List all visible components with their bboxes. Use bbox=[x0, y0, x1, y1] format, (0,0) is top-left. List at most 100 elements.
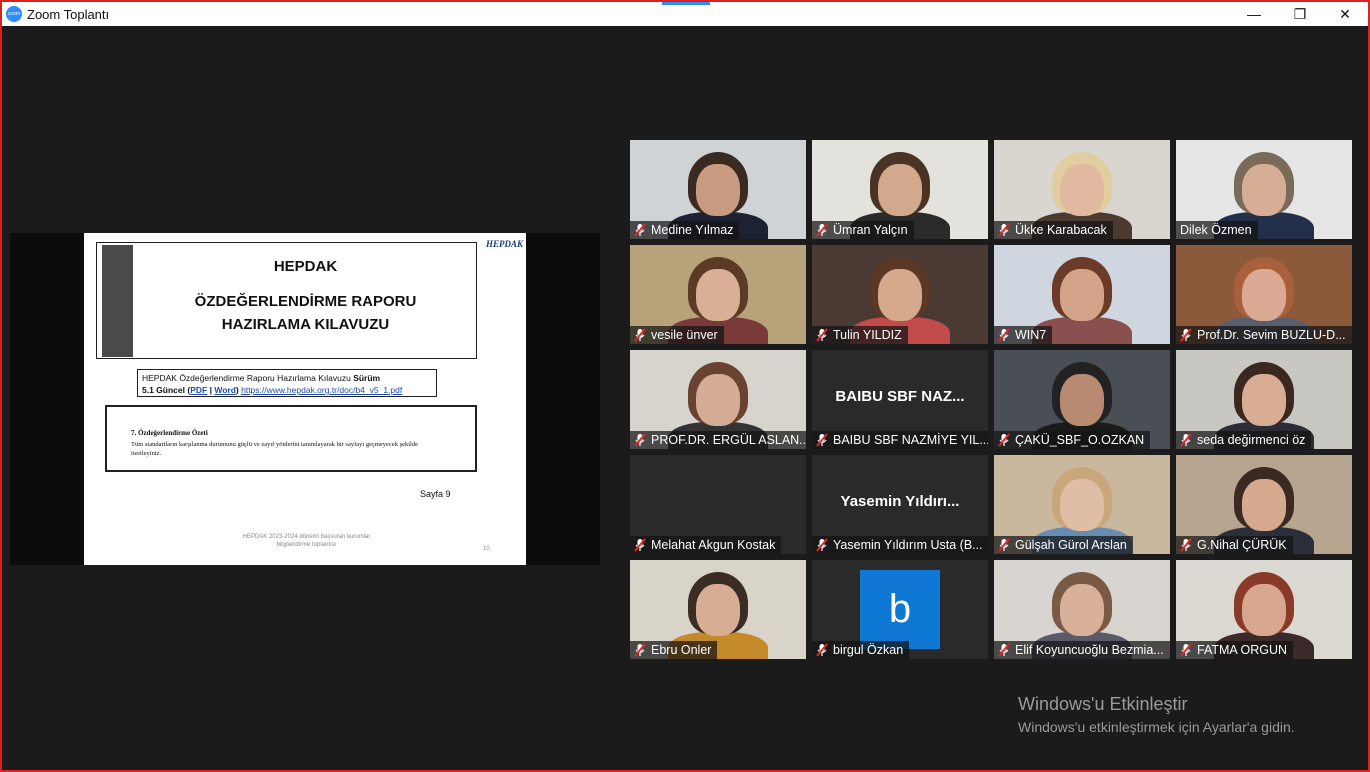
muted-mic-icon bbox=[634, 433, 646, 447]
participant-tile[interactable]: Gülşah Gürol Arslan bbox=[994, 455, 1170, 554]
participant-nametag: FATMA ORGUN bbox=[1176, 641, 1294, 659]
participant-nametag: BAIBU SBF NAZMİYE YIL... bbox=[812, 431, 988, 449]
participant-name: FATMA ORGUN bbox=[1197, 643, 1288, 657]
muted-mic-icon bbox=[816, 328, 828, 342]
participant-tile[interactable]: seda değirmenci öz bbox=[1176, 350, 1352, 449]
participant-tile[interactable]: ÇAKÜ_SBF_O.OZKAN bbox=[994, 350, 1170, 449]
participant-nametag: Medine Yılmaz bbox=[630, 221, 740, 239]
participant-face bbox=[1242, 269, 1286, 321]
slide-subtitle-line2: HAZIRLAMA KILAVUZU bbox=[221, 316, 390, 333]
participant-name: Prof.Dr. Sevim BUZLU-D... bbox=[1197, 328, 1346, 342]
slide-guide-box: HEPDAK Özdeğerlendirme Raporu Hazırlama … bbox=[137, 369, 437, 397]
muted-mic-icon bbox=[998, 538, 1010, 552]
participant-tile[interactable]: FATMA ORGUN bbox=[1176, 560, 1352, 659]
participant-tile[interactable]: BAIBU SBF NAZ... BAIBU SBF NAZMİYE YIL... bbox=[812, 350, 988, 449]
screen-share-indicator[interactable] bbox=[662, 2, 710, 5]
participant-tile[interactable]: Ebru Onler bbox=[630, 560, 806, 659]
participant-name: G.Nihal ÇÜRÜK bbox=[1197, 538, 1287, 552]
zoom-window: zoom Zoom Toplantı — ❐ ✕ HEPDAK ÖZDEĞERL… bbox=[0, 0, 1370, 772]
section-text: Tüm standartların karşılanma durumunu gü… bbox=[131, 441, 418, 457]
slide-side-bar bbox=[102, 245, 133, 357]
participant-nametag: Dilek Özmen bbox=[1176, 221, 1258, 239]
participant-tile[interactable]: PROF.DR. ERGÜL ASLAN... bbox=[630, 350, 806, 449]
participant-name: Ümran Yalçın bbox=[833, 223, 908, 237]
minimize-button[interactable]: — bbox=[1231, 2, 1277, 26]
muted-mic-icon bbox=[1180, 538, 1192, 552]
participant-display-name: BAIBU SBF NAZ... bbox=[835, 388, 965, 405]
participant-face bbox=[1242, 164, 1286, 216]
participant-name: Melahat Akgun Kostak bbox=[651, 538, 776, 552]
muted-mic-icon bbox=[998, 223, 1010, 237]
participant-name: Dilek Özmen bbox=[1180, 223, 1252, 237]
participant-tile[interactable]: Elif Koyuncuoğlu Bezmia... bbox=[994, 560, 1170, 659]
participant-face bbox=[696, 164, 740, 216]
participant-nametag: G.Nihal ÇÜRÜK bbox=[1176, 536, 1293, 554]
participant-tile[interactable]: Ükke Karabacak bbox=[994, 140, 1170, 239]
participant-nametag: Gülşah Gürol Arslan bbox=[994, 536, 1133, 554]
muted-mic-icon bbox=[998, 643, 1010, 657]
guide-version-2: 5.1 Güncel bbox=[142, 385, 185, 395]
participant-tile[interactable]: Yasemin Yıldırı... Yasemin Yıldırım Usta … bbox=[812, 455, 988, 554]
muted-mic-icon bbox=[816, 538, 828, 552]
muted-mic-icon bbox=[634, 328, 646, 342]
participant-face bbox=[1242, 479, 1286, 531]
windows-activation-title: Windows'u Etkinleştir bbox=[1018, 694, 1188, 714]
participant-name: seda değirmenci öz bbox=[1197, 433, 1306, 447]
participant-tile[interactable]: Tulin YILDIZ bbox=[812, 245, 988, 344]
muted-mic-icon bbox=[1180, 328, 1192, 342]
participant-tile[interactable]: WIN7 bbox=[994, 245, 1170, 344]
shared-screen[interactable]: HEPDAK ÖZDEĞERLENDİRME RAPORU HAZIRLAMA … bbox=[10, 233, 600, 565]
windows-activation-subtitle: Windows'u etkinleştirmek için Ayarlar'a … bbox=[1018, 719, 1295, 735]
title-bar: zoom Zoom Toplantı — ❐ ✕ bbox=[2, 2, 1368, 26]
slide-number: 10 bbox=[483, 546, 490, 552]
muted-mic-icon bbox=[998, 433, 1010, 447]
participant-face bbox=[696, 584, 740, 636]
participant-tile[interactable]: G.Nihal ÇÜRÜK bbox=[1176, 455, 1352, 554]
muted-mic-icon bbox=[634, 538, 646, 552]
participant-name: vesile ünver bbox=[651, 328, 718, 342]
word-link: Word bbox=[214, 385, 236, 395]
participant-nametag: birgul Özkan bbox=[812, 641, 910, 659]
muted-mic-icon bbox=[816, 643, 828, 657]
slide-title-box: HEPDAK ÖZDEĞERLENDİRME RAPORU HAZIRLAMA … bbox=[96, 242, 477, 359]
muted-mic-icon bbox=[634, 643, 646, 657]
participant-tile[interactable]: Ümran Yalçın bbox=[812, 140, 988, 239]
participant-name: Ükke Karabacak bbox=[1015, 223, 1107, 237]
participant-nametag: ÇAKÜ_SBF_O.OZKAN bbox=[994, 431, 1151, 449]
participant-tile[interactable]: Melahat Akgun Kostak bbox=[630, 455, 806, 554]
participant-face bbox=[1060, 374, 1104, 426]
window-title: Zoom Toplantı bbox=[27, 7, 110, 22]
muted-mic-icon bbox=[816, 223, 828, 237]
participant-nametag: WIN7 bbox=[994, 326, 1053, 344]
muted-mic-icon bbox=[816, 433, 828, 447]
section-title: 7. Özdeğerlendirme Özeti bbox=[131, 429, 208, 437]
participant-face bbox=[696, 374, 740, 426]
muted-mic-icon bbox=[634, 223, 646, 237]
participant-name: Elif Koyuncuoğlu Bezmia... bbox=[1015, 643, 1164, 657]
participant-name: WIN7 bbox=[1015, 328, 1047, 342]
participant-nametag: Melahat Akgun Kostak bbox=[630, 536, 782, 554]
participant-tile[interactable]: vesile ünver bbox=[630, 245, 806, 344]
participant-nametag: Yasemin Yıldırım Usta (B... bbox=[812, 536, 988, 554]
muted-mic-icon bbox=[1180, 643, 1192, 657]
participant-name: Yasemin Yıldırım Usta (B... bbox=[833, 538, 983, 552]
participant-nametag: Tulin YILDIZ bbox=[812, 326, 908, 344]
guide-text: HEPDAK Özdeğerlendirme Raporu Hazırlama … bbox=[142, 373, 351, 383]
participant-tile[interactable]: Prof.Dr. Sevim BUZLU-D... bbox=[1176, 245, 1352, 344]
slide-page-label: Sayfa 9 bbox=[420, 489, 451, 499]
participant-gallery: Medine Yılmaz Ümran Yalçın Ükke Karabacak D… bbox=[630, 140, 1354, 660]
slide-section-box: 7. Özdeğerlendirme Özeti Tüm standartlar… bbox=[105, 405, 477, 472]
participant-tile[interactable]: Medine Yılmaz bbox=[630, 140, 806, 239]
participant-tile[interactable]: b birgul Özkan bbox=[812, 560, 988, 659]
maximize-button[interactable]: ❐ bbox=[1277, 2, 1323, 26]
close-button[interactable]: ✕ bbox=[1322, 2, 1368, 26]
participant-face bbox=[696, 269, 740, 321]
participant-name: PROF.DR. ERGÜL ASLAN... bbox=[651, 433, 806, 447]
participant-name: BAIBU SBF NAZMİYE YIL... bbox=[833, 433, 988, 447]
avatar: b bbox=[860, 570, 940, 649]
participant-nametag: Prof.Dr. Sevim BUZLU-D... bbox=[1176, 326, 1352, 344]
zoom-logo-icon: zoom bbox=[6, 6, 22, 22]
participant-face bbox=[878, 164, 922, 216]
participant-tile[interactable]: Dilek Özmen bbox=[1176, 140, 1352, 239]
participant-name: ÇAKÜ_SBF_O.OZKAN bbox=[1015, 433, 1145, 447]
